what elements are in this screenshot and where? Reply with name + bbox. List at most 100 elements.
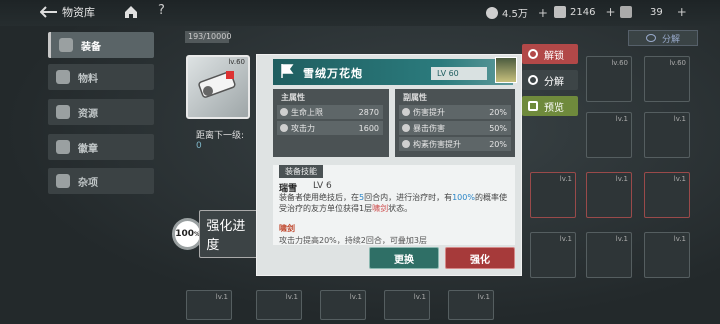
stat-row-dmg: 伤害提升 20% <box>399 105 511 119</box>
slot-level: lv.1 <box>477 293 490 301</box>
stat-label: 生命上限 <box>291 107 323 117</box>
slot-level: lv.1 <box>615 115 628 123</box>
equipment-slot[interactable]: lv.1 <box>530 172 576 218</box>
preview-button[interactable]: 预览 <box>522 96 578 116</box>
back-button[interactable]: 物资库 <box>40 4 95 20</box>
main-stats-box: 主属性 生命上限 2870 攻击力 1600 <box>273 89 389 157</box>
menu-label: 杂项 <box>78 177 98 189</box>
slot-level: lv.1 <box>673 175 686 183</box>
lock-icon <box>528 49 538 59</box>
menu-item-misc[interactable]: 杂项 <box>48 168 154 194</box>
unlock-label: 解锁 <box>544 50 564 62</box>
preview-level: lv.60 <box>228 58 245 66</box>
equipment-slot[interactable]: lv.1 <box>256 290 302 320</box>
skill-desc-part: 回合内，进行治疗时，有 <box>364 193 453 202</box>
stat-label: 暴击伤害 <box>413 123 445 133</box>
cannon-icon <box>198 71 236 98</box>
heart-icon <box>280 108 288 116</box>
menu-item-materials[interactable]: 物料 <box>48 64 154 90</box>
menu-label: 装备 <box>81 41 101 53</box>
element-icon <box>402 140 410 148</box>
stat-value: 2870 <box>358 107 379 117</box>
menu-item-resources[interactable]: 资源 <box>48 99 154 125</box>
equipment-detail-popup: 雪绒万花炮 LV 60 主属性 生命上限 2870 攻击力 1600 副属性 伤… <box>256 54 522 276</box>
skill-desc-part: 装备者使用绝技后，在 <box>279 193 359 202</box>
boost-label: 强化进度 <box>199 210 264 258</box>
back-arrow-icon <box>40 6 57 18</box>
menu-item-equipment[interactable]: 装备 <box>48 32 154 58</box>
boost-progress[interactable]: 100% 强化进度 <box>172 210 264 258</box>
stat-row-atk: 攻击力 1600 <box>277 121 383 135</box>
page-title: 物资库 <box>62 6 95 19</box>
unlock-button[interactable]: 解锁 <box>522 44 578 64</box>
stat-label: 伤害提升 <box>413 107 445 117</box>
slot-level: lv.1 <box>559 235 572 243</box>
swap-button[interactable]: 更换 <box>369 247 439 269</box>
menu-item-badges[interactable]: 徽章 <box>48 134 154 160</box>
equipment-slot[interactable]: lv.1 <box>586 112 632 158</box>
stat-value: 20% <box>489 107 507 117</box>
skill-desc-part: 状态。 <box>388 204 413 213</box>
upgrade-button[interactable]: 强化 <box>445 247 515 269</box>
equipment-slot[interactable]: lv.1 <box>448 290 494 320</box>
next-level-label: 距离下一级: <box>196 131 245 141</box>
home-icon[interactable] <box>124 5 138 19</box>
preview-label: 预览 <box>544 102 564 114</box>
equipment-slot[interactable]: lv.1 <box>586 232 632 278</box>
slot-level: lv.1 <box>615 235 628 243</box>
slot-level: lv.1 <box>215 293 228 301</box>
resource-gem: 2146 + <box>554 5 616 19</box>
crit-icon <box>402 124 410 132</box>
eye-icon <box>528 75 538 85</box>
add-gem-button[interactable]: + <box>605 5 615 19</box>
gem-icon <box>554 6 566 18</box>
equipment-slot[interactable]: lv.1 <box>644 232 690 278</box>
skill-level: LV 6 <box>313 181 332 191</box>
slot-level: lv.1 <box>615 175 628 183</box>
stat-row-element: 构素伤害提升 20% <box>399 137 511 151</box>
stat-value: 1600 <box>358 123 379 133</box>
equipment-slot[interactable]: lv.1 <box>530 232 576 278</box>
resources-icon <box>56 105 70 119</box>
stat-row-crit: 暴击伤害 50% <box>399 121 511 135</box>
next-level-value: 0 <box>196 141 202 151</box>
equipment-slot[interactable]: lv.60 <box>586 56 632 102</box>
misc-icon <box>56 174 70 188</box>
slot-level: lv.1 <box>413 293 426 301</box>
skill-desc-highlight: 啸剑 <box>372 204 389 213</box>
equipment-slot[interactable]: lv.1 <box>186 290 232 320</box>
equipment-name: 雪绒万花炮 <box>303 67 363 80</box>
equipment-slot[interactable]: lv.60 <box>644 56 690 102</box>
add-ticket-button[interactable]: + <box>677 5 687 19</box>
slot-level: lv.60 <box>669 59 686 67</box>
add-coin-button[interactable]: + <box>538 6 548 20</box>
stat-value: 50% <box>489 123 507 133</box>
ticket-icon <box>620 6 632 18</box>
equipment-slot[interactable]: lv.1 <box>644 112 690 158</box>
skill-description: 装备者使用绝技后，在5回合内，进行治疗时，有100%的概率使受治疗的友方单位获得… <box>279 192 511 214</box>
decompose-top-button[interactable]: 分解 <box>628 30 698 46</box>
character-avatar[interactable] <box>495 57 517 83</box>
main-stats-title: 主属性 <box>281 93 305 102</box>
stat-row-hp: 生命上限 2870 <box>277 105 383 119</box>
slot-level: lv.1 <box>349 293 362 301</box>
equipment-slot[interactable]: lv.1 <box>644 172 690 218</box>
help-icon[interactable]: ? <box>158 3 165 18</box>
materials-icon <box>56 70 70 84</box>
equipment-preview-card[interactable]: lv.60 <box>186 55 250 119</box>
slot-level: lv.1 <box>673 235 686 243</box>
equipment-slot[interactable]: lv.1 <box>384 290 430 320</box>
stat-label: 构素伤害提升 <box>413 139 461 149</box>
decompose-top-label: 分解 <box>661 34 680 45</box>
menu-label: 物料 <box>78 73 98 85</box>
slot-level: lv.60 <box>611 59 628 67</box>
sword-icon <box>280 124 288 132</box>
equipment-slot[interactable]: lv.1 <box>320 290 366 320</box>
damage-icon <box>402 108 410 116</box>
popup-header: 雪绒万花炮 LV 60 <box>273 59 513 85</box>
coin-value: 4.5万 <box>502 9 528 20</box>
equipment-slot[interactable]: lv.1 <box>586 172 632 218</box>
resource-ticket: 39 + <box>620 5 687 19</box>
slot-level: lv.1 <box>285 293 298 301</box>
decompose-button[interactable]: 分解 <box>522 70 578 90</box>
